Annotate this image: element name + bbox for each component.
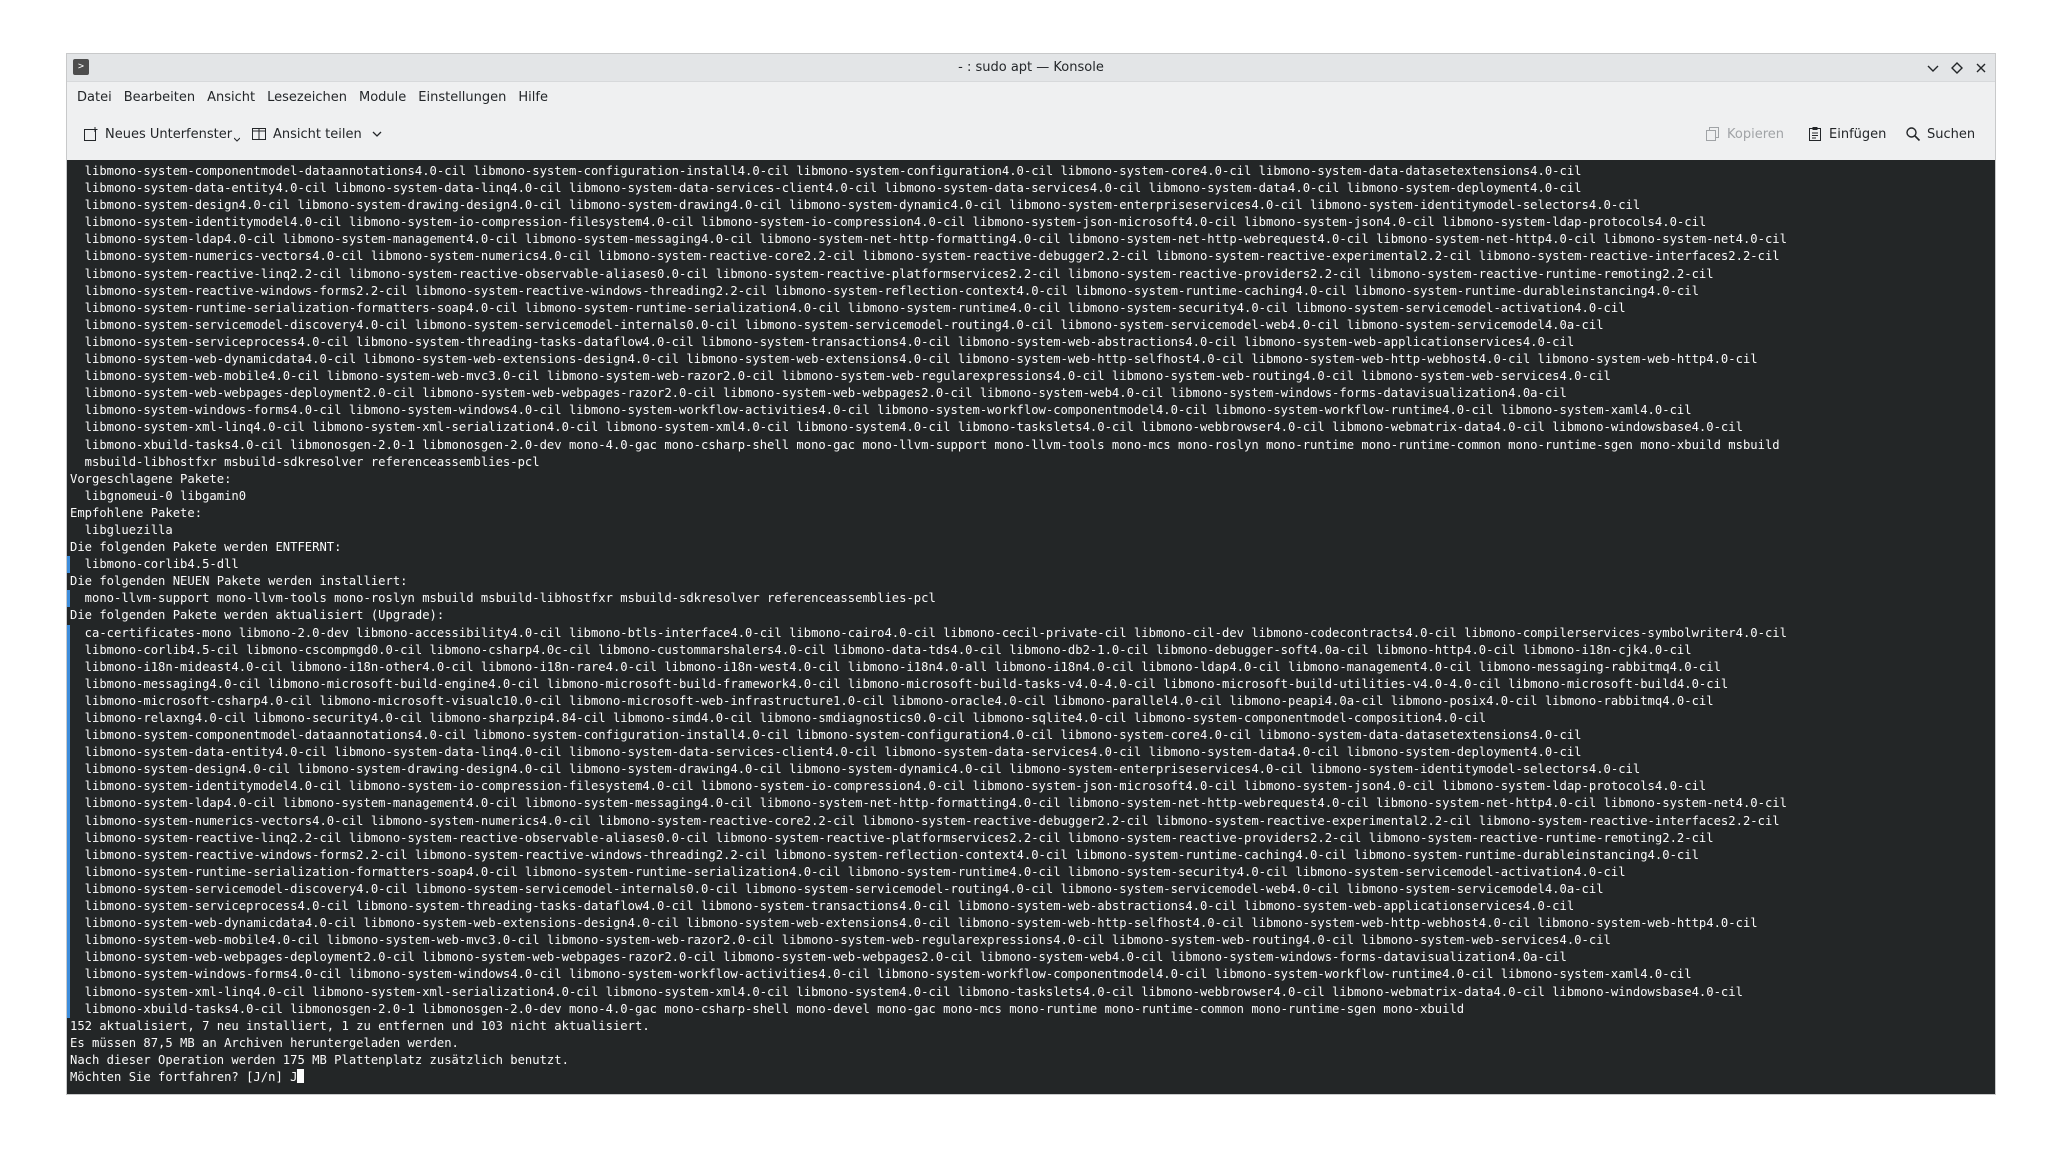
terminal-line: libmono-system-serviceprocess4.0-cil lib… bbox=[70, 334, 1575, 349]
terminal-line: Die folgenden Pakete werden ENTFERNT: bbox=[70, 540, 342, 555]
search-label: Suchen bbox=[1927, 126, 1976, 142]
terminal-line: libmono-system-componentmodel-dataannota… bbox=[67, 727, 1975, 745]
terminal-line: libmono-system-web-webpages-deployment2.… bbox=[70, 386, 1567, 401]
menu-bar: Datei Bearbeiten Ansicht Lesezeichen Mod… bbox=[67, 82, 1995, 112]
text-cursor bbox=[297, 1068, 305, 1083]
paste-label: Einfügen bbox=[1829, 126, 1887, 142]
terminal-line: libmono-system-ldap4.0-cil libmono-syste… bbox=[70, 232, 1787, 247]
menu-datei[interactable]: Datei bbox=[77, 86, 123, 109]
split-view-label: Ansicht teilen bbox=[273, 126, 362, 142]
terminal-line: libmono-system-web-webpages-deployment2.… bbox=[67, 949, 1975, 967]
terminal-line: libmono-system-identitymodel4.0-cil libm… bbox=[67, 778, 1975, 796]
terminal-line: libmono-xbuild-tasks4.0-cil libmonosgen-… bbox=[67, 1000, 1975, 1018]
terminal-line: libmono-corlib4.5-dll bbox=[67, 556, 1975, 574]
terminal-line: Die folgenden NEUEN Pakete werden instal… bbox=[70, 574, 408, 589]
terminal-line: libmono-system-reactive-linq2.2-cil libm… bbox=[67, 829, 1975, 847]
toolbar: Neues Unterfenster Ansicht teilen Kopier… bbox=[67, 112, 1995, 156]
terminal-line: libmono-i18n-mideast4.0-cil libmono-i18n… bbox=[67, 658, 1975, 676]
terminal-line: libmono-relaxng4.0-cil libmono-security4… bbox=[67, 710, 1975, 728]
terminal-line: Die folgenden Pakete werden aktualisiert… bbox=[70, 608, 445, 623]
terminal-line: libgnomeui-0 libgamin0 bbox=[70, 488, 247, 503]
new-tab-icon bbox=[84, 127, 98, 141]
maximize-icon[interactable] bbox=[1947, 58, 1967, 78]
paste-button[interactable]: Einfügen bbox=[1807, 122, 1886, 146]
terminal-line: 152 aktualisiert, 7 neu installiert, 1 z… bbox=[70, 1018, 650, 1033]
terminal-line: libmono-system-design4.0-cil libmono-sys… bbox=[70, 198, 1641, 213]
terminal-line: libmono-system-web-mobile4.0-cil libmono… bbox=[67, 932, 1975, 950]
copy-label: Kopieren bbox=[1727, 126, 1784, 142]
menu-ansicht[interactable]: Ansicht bbox=[207, 86, 266, 109]
copy-icon bbox=[1706, 127, 1719, 141]
terminal-line: libmono-corlib4.5-cil libmono-cscompmgd0… bbox=[67, 641, 1975, 659]
terminal-line: libmono-system-data-entity4.0-cil libmon… bbox=[67, 744, 1975, 762]
terminal-line: libmono-system-data-entity4.0-cil libmon… bbox=[70, 181, 1582, 196]
menu-bearbeiten[interactable]: Bearbeiten bbox=[124, 86, 206, 109]
search-icon bbox=[1906, 127, 1921, 142]
menu-lesezeichen[interactable]: Lesezeichen bbox=[267, 86, 358, 109]
terminal-line: libmono-system-reactive-windows-forms2.2… bbox=[67, 846, 1975, 864]
terminal-line: libmono-system-web-dynamicdata4.0-cil li… bbox=[67, 915, 1975, 933]
terminal-line: libmono-system-servicemodel-discovery4.0… bbox=[70, 317, 1604, 332]
terminal-line: mono-llvm-support mono-llvm-tools mono-r… bbox=[67, 590, 1975, 608]
chevron-down-icon bbox=[372, 131, 382, 137]
terminal-line: libmono-system-runtime-serialization-for… bbox=[70, 300, 1626, 315]
copy-button[interactable]: Kopieren bbox=[1705, 122, 1784, 146]
terminal-line: libmono-system-reactive-windows-forms2.2… bbox=[70, 283, 1699, 298]
terminal-output: libmono-system-componentmodel-dataannota… bbox=[67, 163, 1975, 1086]
terminal-line: ca-certificates-mono libmono-2.0-dev lib… bbox=[67, 624, 1975, 642]
terminal-line: libmono-system-design4.0-cil libmono-sys… bbox=[67, 761, 1975, 779]
terminal-line: libmono-system-runtime-serialization-for… bbox=[67, 863, 1975, 881]
terminal-line: libmono-system-servicemodel-discovery4.0… bbox=[67, 880, 1975, 899]
terminal-line: Empfohlene Pakete: bbox=[70, 505, 203, 520]
terminal-line: Nach dieser Operation werden 175 MB Plat… bbox=[70, 1052, 569, 1067]
terminal-line: libmono-system-identitymodel4.0-cil libm… bbox=[70, 215, 1707, 230]
close-icon[interactable] bbox=[1971, 58, 1991, 78]
terminal-view[interactable]: libmono-system-componentmodel-dataannota… bbox=[67, 160, 1995, 1094]
title-bar[interactable]: > - : sudo apt — Konsole bbox=[67, 54, 1995, 82]
minimize-icon[interactable] bbox=[1923, 58, 1943, 78]
new-tab-label: Neues Unterfenster bbox=[105, 126, 233, 142]
split-view-icon bbox=[252, 128, 266, 140]
terminal-line: Vorgeschlagene Pakete: bbox=[70, 471, 232, 486]
new-tab-button[interactable]: Neues Unterfenster bbox=[83, 122, 246, 146]
terminal-line: libmono-system-web-dynamicdata4.0-cil li… bbox=[70, 352, 1758, 367]
terminal-line: libmono-system-windows-forms4.0-cil libm… bbox=[67, 966, 1975, 984]
terminal-line: msbuild-libhostfxr msbuild-sdkresolver r… bbox=[70, 454, 540, 469]
prompt-text: Möchten Sie fortfahren? [J/n] J bbox=[70, 1069, 298, 1084]
split-view-button[interactable]: Ansicht teilen bbox=[251, 122, 388, 146]
terminal-line: libmono-microsoft-csharp4.0-cil libmono-… bbox=[67, 692, 1975, 710]
small-dropdown-icon bbox=[234, 137, 241, 142]
terminal-line: libmono-system-numerics-vectors4.0-cil l… bbox=[70, 249, 1780, 264]
terminal-line: libmono-system-ldap4.0-cil libmono-syste… bbox=[67, 795, 1975, 813]
terminal-line: Es müssen 87,5 MB an Archiven herunterge… bbox=[70, 1035, 459, 1050]
terminal-prompt-line: Möchten Sie fortfahren? [J/n] J bbox=[70, 1068, 1975, 1086]
terminal-line: libmono-system-web-mobile4.0-cil libmono… bbox=[70, 369, 1611, 384]
search-button[interactable]: Suchen bbox=[1905, 122, 1975, 146]
terminal-line: libmono-system-componentmodel-dataannota… bbox=[70, 164, 1582, 178]
menu-einstellungen[interactable]: Einstellungen bbox=[418, 86, 517, 109]
paste-icon bbox=[1809, 127, 1821, 141]
konsole-window: > - : sudo apt — Konsole Datei Bearbeite… bbox=[66, 53, 1996, 1095]
terminal-line: libmono-messaging4.0-cil libmono-microso… bbox=[67, 675, 1975, 693]
terminal-line: libgluezilla bbox=[70, 522, 173, 537]
terminal-line: libmono-system-xml-linq4.0-cil libmono-s… bbox=[70, 420, 1743, 435]
terminal-line: libmono-system-xml-linq4.0-cil libmono-s… bbox=[67, 983, 1975, 1001]
window-title: - : sudo apt — Konsole bbox=[958, 60, 1104, 75]
menu-module[interactable]: Module bbox=[359, 86, 417, 109]
terminal-line: libmono-system-numerics-vectors4.0-cil l… bbox=[67, 812, 1975, 830]
terminal-line: libmono-system-windows-forms4.0-cil libm… bbox=[70, 403, 1692, 418]
terminal-line: libmono-system-reactive-linq2.2-cil libm… bbox=[70, 266, 1714, 281]
menu-hilfe[interactable]: Hilfe bbox=[518, 86, 559, 109]
terminal-line: libmono-xbuild-tasks4.0-cil libmonosgen-… bbox=[70, 437, 1780, 452]
terminal-line: libmono-system-serviceprocess4.0-cil lib… bbox=[67, 898, 1975, 916]
